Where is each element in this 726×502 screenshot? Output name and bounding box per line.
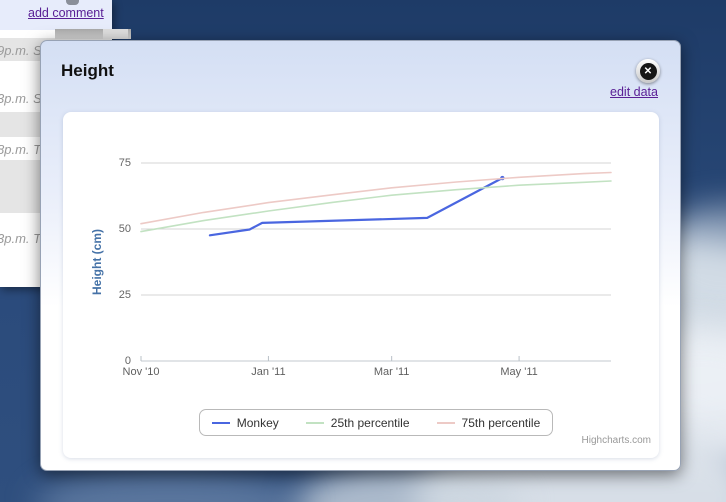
legend-swatch (305, 421, 324, 424)
legend-item-75th-percentile[interactable]: 75th percentile (436, 415, 541, 430)
background-toolbar-fragment (103, 29, 128, 39)
legend-swatch (211, 421, 230, 424)
chart-legend: Monkey 25th percentile 75th percentile (199, 409, 553, 436)
series-line-25th-percentile[interactable] (140, 180, 612, 233)
y-axis-title: Height (cm) (90, 229, 104, 295)
x-tick-label: Nov '10 (122, 366, 160, 378)
chart-panel: Height (cm) 0 25 50 75 Nov '10 Jan '11 Mar '1… (63, 112, 659, 458)
legend-item-25th-percentile[interactable]: 25th percentile (305, 415, 410, 430)
close-icon: ✕ (639, 62, 657, 80)
chart-plot-area (140, 162, 612, 362)
y-tick-label: 25 (118, 289, 131, 301)
x-tick-label: May '11 (500, 366, 538, 378)
x-tick-label: Mar '11 (373, 366, 410, 378)
legend-label: 75th percentile (461, 415, 541, 430)
legend-swatch (436, 421, 455, 424)
highcharts-credits[interactable]: Highcharts.com (582, 435, 651, 446)
y-tick-label: 75 (118, 157, 131, 169)
modal-title: Height (61, 61, 114, 80)
x-tick-label: Jan '11 (251, 366, 286, 378)
edit-data-link[interactable]: edit data (610, 85, 658, 99)
legend-item-monkey[interactable]: Monkey (211, 415, 279, 430)
series-line-75th-percentile[interactable] (140, 171, 612, 225)
cloud (35, 468, 305, 502)
series-line-monkey[interactable] (208, 176, 504, 237)
app-background: 9p.m. S 3p.m. S 8p.m. T 3p.m. T add comment… (0, 0, 726, 502)
legend-label: 25th percentile (330, 415, 410, 430)
y-tick-label: 50 (118, 223, 131, 235)
close-button[interactable]: ✕ (636, 59, 660, 83)
add-comment-link[interactable]: add comment (28, 6, 104, 20)
legend-label: Monkey (236, 415, 279, 430)
background-button-fragment (66, 0, 79, 5)
height-chart-modal: Height ✕ edit data Height (cm) 0 25 50 75 N… (40, 40, 681, 471)
